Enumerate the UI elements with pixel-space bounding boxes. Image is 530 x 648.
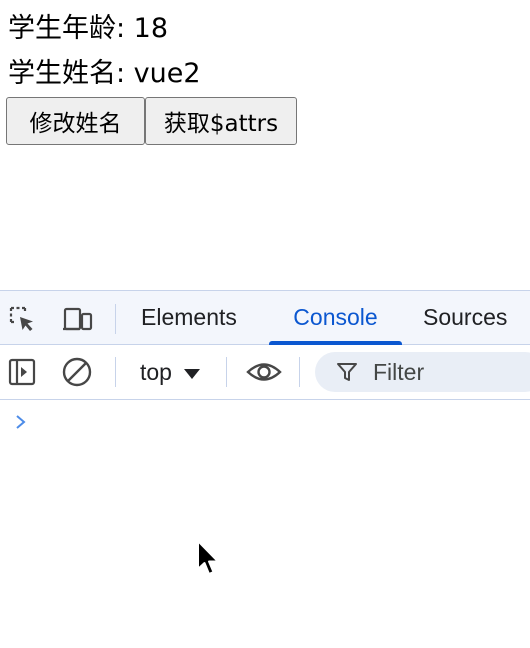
page-content: 学生年龄: 18 学生姓名: vue2 修改姓名 获取$attrs: [0, 0, 530, 290]
student-age-text: 学生年龄: 18: [8, 13, 169, 44]
mouse-cursor-icon: [196, 539, 222, 577]
toolbar-divider: [115, 304, 116, 334]
dropdown-caret-icon: [183, 368, 200, 379]
live-expression-icon[interactable]: [245, 356, 283, 388]
chevron-right-icon: [12, 412, 30, 432]
get-attrs-button[interactable]: 获取$attrs: [145, 97, 297, 145]
clear-console-icon[interactable]: [61, 356, 93, 388]
tab-sources[interactable]: Sources: [423, 291, 507, 344]
device-toolbar-icon[interactable]: [62, 303, 94, 335]
context-selector[interactable]: top: [140, 345, 200, 399]
tab-elements[interactable]: Elements: [141, 291, 237, 344]
context-label: top: [140, 358, 172, 385]
show-sidebar-icon[interactable]: [6, 356, 38, 388]
console-toolbar: top Filter: [0, 345, 530, 400]
filter-icon: [335, 360, 359, 384]
toolbar-divider: [115, 357, 116, 387]
filter-input[interactable]: Filter: [315, 352, 530, 392]
toolbar-divider: [226, 357, 227, 387]
tab-console[interactable]: Console: [269, 291, 402, 345]
console-output[interactable]: [0, 400, 530, 648]
devtools-tab-bar: Elements Console Sources: [0, 290, 530, 345]
student-name-text: 学生姓名: vue2: [8, 58, 201, 89]
button-row: 修改姓名 获取$attrs: [6, 97, 297, 145]
filter-placeholder: Filter: [373, 358, 425, 385]
devtools-panel: Elements Console Sources top Filter: [0, 290, 530, 648]
inspect-element-icon[interactable]: [6, 303, 38, 335]
change-name-button[interactable]: 修改姓名: [6, 97, 145, 145]
toolbar-divider: [299, 357, 300, 387]
